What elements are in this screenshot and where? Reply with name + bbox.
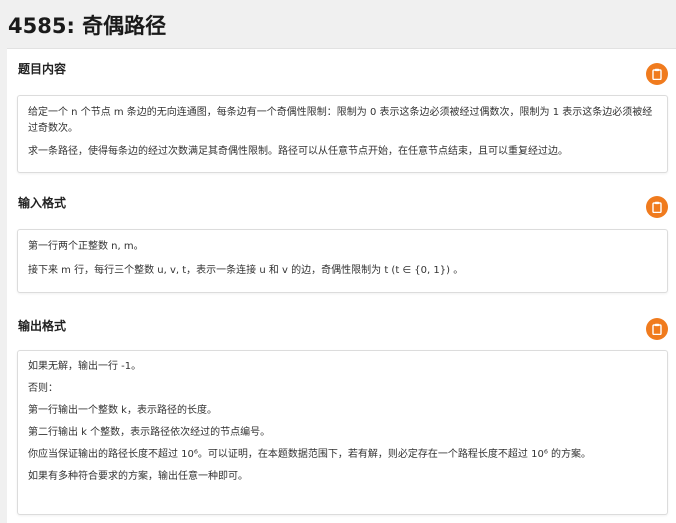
problem-panel: 题目内容 给定一个 n 个节点 m 条边的无向连通图，每条边有一个奇偶性限制：限… bbox=[7, 48, 676, 523]
description-box: 给定一个 n 个节点 m 条边的无向连通图，每条边有一个奇偶性限制：限制为 0 … bbox=[17, 95, 668, 173]
copy-output-button[interactable] bbox=[646, 318, 668, 340]
copy-input-button[interactable] bbox=[646, 196, 668, 218]
output-line-3: 第一行输出一个整数 k，表示路径的长度。 bbox=[28, 405, 217, 416]
output-line-2: 否则： bbox=[28, 383, 58, 394]
copy-description-button[interactable] bbox=[646, 63, 668, 85]
input-p1: 第一行两个正整数 n, m。 bbox=[28, 241, 144, 252]
input-box: 第一行两个正整数 n, m。 接下来 m 行，每行三个整数 u, v, t，表示… bbox=[17, 229, 668, 293]
input-heading: 输入格式 bbox=[18, 196, 67, 210]
page-title: 4585: 奇偶路径 bbox=[8, 14, 167, 38]
input-p2: 接下来 m 行，每行三个整数 u, v, t，表示一条连接 u 和 v 的边，奇… bbox=[28, 264, 464, 276]
output-box: 如果无解，输出一行 -1。 否则： 第一行输出一个整数 k，表示路径的长度。 第… bbox=[17, 350, 668, 515]
description-heading: 题目内容 bbox=[18, 62, 67, 76]
output-line-4: 第二行输出 k 个整数，表示路径依次经过的节点编号。 bbox=[28, 427, 271, 438]
output-line-6: 如果有多种符合要求的方案，输出任意一种即可。 bbox=[28, 471, 248, 482]
output-line-1: 如果无解，输出一行 -1。 bbox=[28, 361, 142, 372]
description-p2: 求一条路径，使得每条边的经过次数满足其奇偶性限制。路径可以从任意节点开始，在任意… bbox=[28, 146, 568, 157]
clipboard-icon bbox=[652, 68, 662, 80]
clipboard-icon bbox=[652, 323, 662, 335]
description-p1: 给定一个 n 个节点 m 条边的无向连通图，每条边有一个奇偶性限制：限制为 0 … bbox=[28, 107, 653, 134]
output-line-5: 你应当保证输出的路径长度不超过 10⁶。可以证明，在本题数据范围下，若有解，则必… bbox=[28, 449, 592, 460]
clipboard-icon bbox=[652, 201, 662, 213]
output-heading: 输出格式 bbox=[18, 319, 67, 333]
